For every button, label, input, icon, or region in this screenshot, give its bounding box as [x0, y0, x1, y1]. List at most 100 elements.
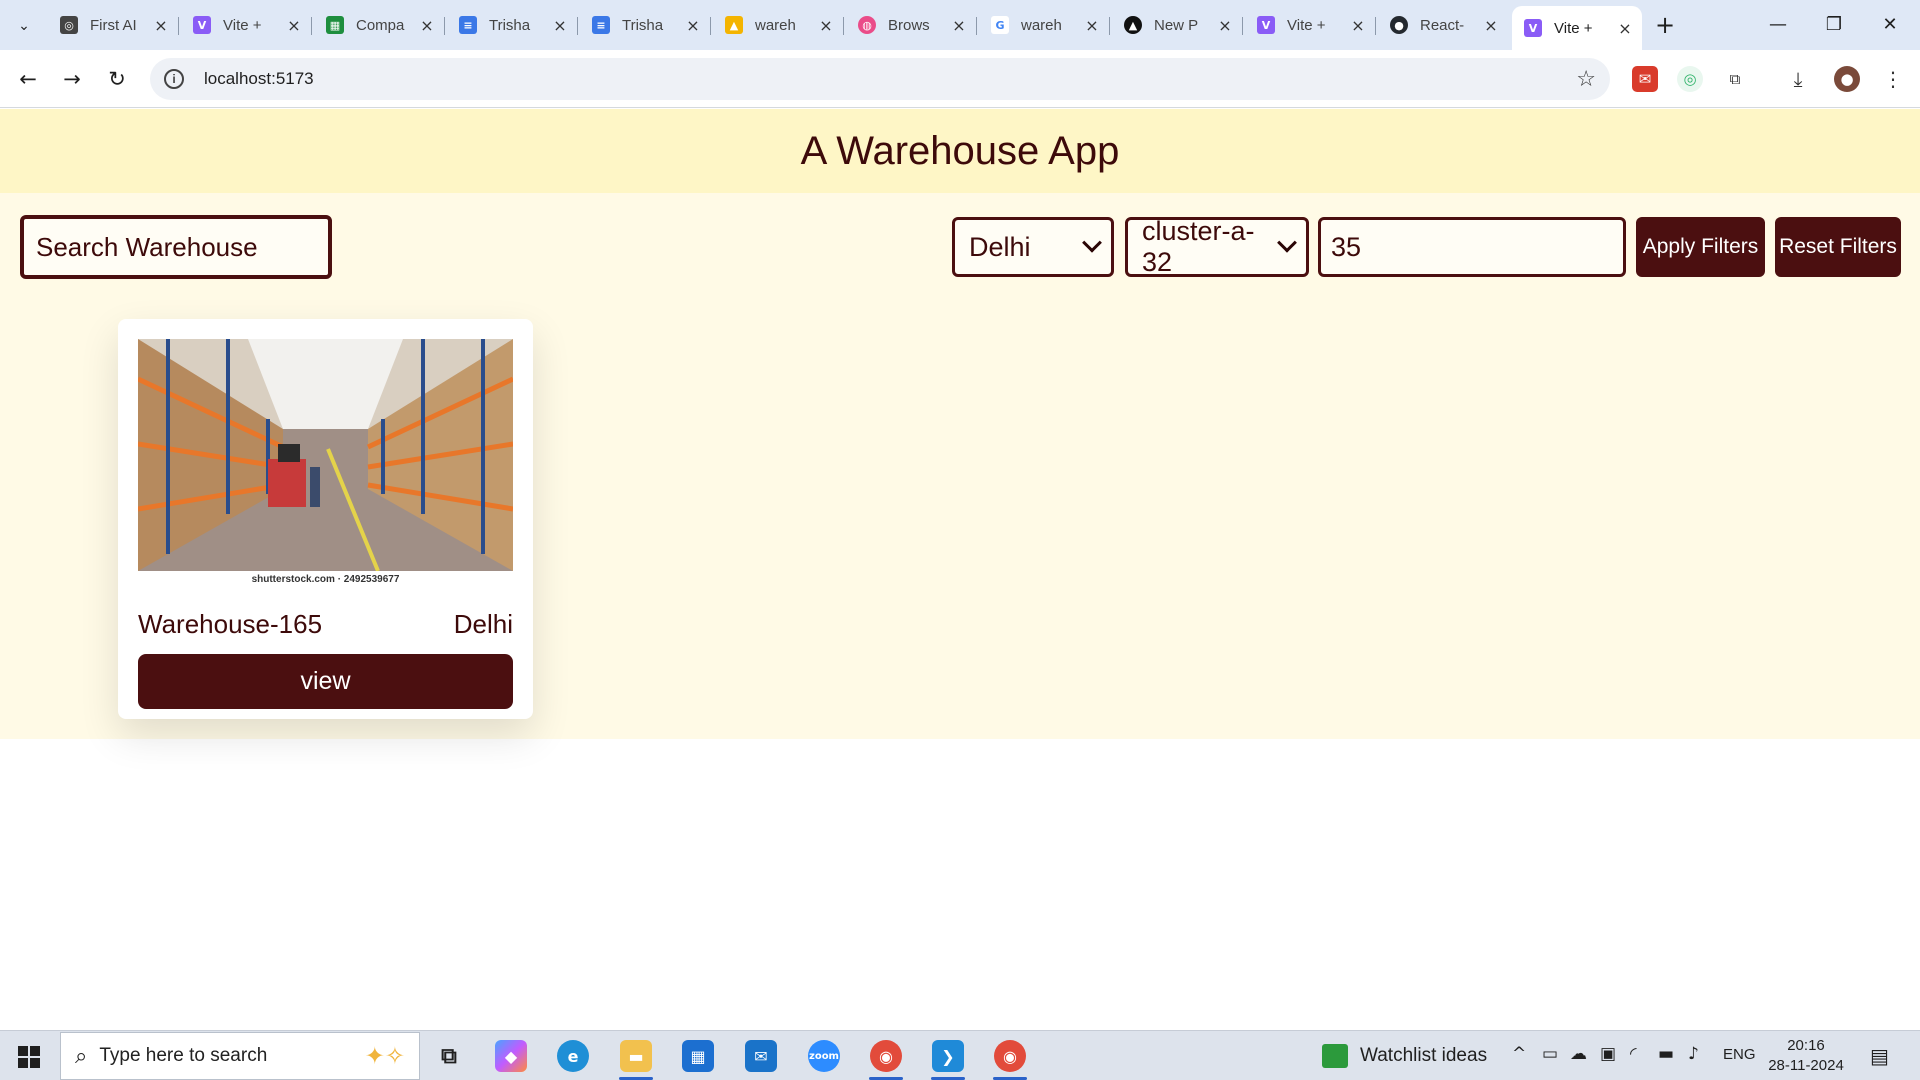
browser-tab[interactable]: ≡ Trisha ×: [580, 8, 711, 42]
city-select-value: Delhi: [969, 231, 1031, 262]
restore-icon[interactable]: ❐: [1806, 6, 1862, 42]
taskbar-search-box[interactable]: ⌕ Type here to search ✦✧: [60, 1032, 420, 1080]
zoom-icon[interactable]: zoom: [808, 1040, 840, 1072]
close-tab-icon[interactable]: ×: [1216, 16, 1234, 35]
vite-icon: V: [193, 16, 211, 34]
taskbar-search-placeholder: Type here to search: [99, 1045, 268, 1066]
close-tab-icon[interactable]: ×: [1616, 19, 1634, 38]
close-tab-icon[interactable]: ×: [684, 16, 702, 35]
new-tab-plus-icon[interactable]: +: [1650, 10, 1680, 40]
tab-title: Vite +: [1287, 16, 1326, 34]
system-clock[interactable]: 20:16 28-11-2024: [1766, 1036, 1846, 1076]
chrome-profile-icon[interactable]: ◉: [994, 1040, 1026, 1072]
cluster-select-value: cluster-a-32: [1142, 216, 1255, 277]
watchlist-widget[interactable]: Watchlist ideas: [1322, 1041, 1487, 1071]
copilot-icon[interactable]: ◆: [495, 1040, 527, 1072]
tab-title: New P: [1154, 16, 1199, 34]
back-arrow-icon[interactable]: ←: [12, 63, 44, 95]
close-tab-icon[interactable]: ×: [285, 16, 303, 35]
minimize-icon[interactable]: —: [1750, 6, 1806, 42]
browser-tab[interactable]: ▲ wareh ×: [713, 8, 844, 42]
browser-tab-strip: ⌄ ◎ First AI × V Vite + × ▦ Compa × ≡ Tr…: [0, 0, 1920, 50]
vscode-icon[interactable]: ❯: [932, 1040, 964, 1072]
close-tab-icon[interactable]: ×: [950, 16, 968, 35]
browser-tab[interactable]: G wareh ×: [979, 8, 1110, 42]
forward-arrow-icon[interactable]: →: [56, 63, 88, 95]
browser-tab[interactable]: ◎ First AI ×: [48, 8, 179, 42]
battery-icon[interactable]: ▬: [1658, 1044, 1674, 1064]
file-explorer-icon[interactable]: ▬: [620, 1040, 652, 1072]
warehouse-city: Delhi: [453, 609, 513, 639]
tab-title: Vite +: [1554, 19, 1593, 37]
tab-title: wareh: [755, 16, 796, 34]
browser-tab[interactable]: V Vite + ×: [1245, 8, 1376, 42]
tab-title: Trisha: [622, 16, 664, 34]
browser-tab[interactable]: ▲ New P ×: [1112, 8, 1243, 42]
address-bar[interactable]: i localhost:5173 ☆: [150, 58, 1610, 100]
extension-green-icon[interactable]: ◎: [1677, 66, 1703, 92]
tab-title: Trisha: [489, 16, 531, 34]
reset-filters-button[interactable]: Reset Filters: [1775, 217, 1901, 277]
close-tab-icon[interactable]: ×: [1482, 16, 1500, 35]
copilot-sparkle-icon: ✦✧: [364, 1042, 405, 1070]
tab-search-chevron-icon[interactable]: ⌄: [10, 11, 38, 39]
site-info-icon[interactable]: i: [164, 69, 184, 89]
tab-title: Vite +: [223, 16, 262, 34]
language-indicator[interactable]: ENG: [1723, 1046, 1756, 1063]
task-view-icon[interactable]: ⧉: [433, 1040, 465, 1072]
reload-icon[interactable]: ↻: [101, 63, 133, 95]
drive-icon: ▲: [725, 16, 743, 34]
meet-now-icon[interactable]: ▭: [1542, 1044, 1558, 1064]
close-tab-icon[interactable]: ×: [418, 16, 436, 35]
onedrive-icon[interactable]: ☁: [1570, 1044, 1587, 1064]
edge-icon[interactable]: e: [557, 1040, 589, 1072]
browser-tab[interactable]: ▦ Compa ×: [314, 8, 445, 42]
apply-filters-button[interactable]: Apply Filters: [1636, 217, 1765, 277]
close-tab-icon[interactable]: ×: [817, 16, 835, 35]
notification-icon[interactable]: ▤: [1870, 1044, 1889, 1068]
clock-date: 28-11-2024: [1768, 1057, 1844, 1074]
space-input-value: 35: [1331, 231, 1362, 262]
app-header: A Warehouse App: [0, 109, 1920, 193]
city-select[interactable]: Delhi: [952, 217, 1114, 277]
browser-tab[interactable]: ◍ Brows ×: [846, 8, 977, 42]
chevron-up-icon[interactable]: ^: [1512, 1044, 1526, 1064]
close-tab-icon[interactable]: ×: [551, 16, 569, 35]
profile-avatar[interactable]: ●: [1834, 66, 1860, 92]
cluster-select[interactable]: cluster-a-32: [1125, 216, 1309, 277]
bookmark-star-icon[interactable]: ☆: [1576, 67, 1596, 92]
volume-icon[interactable]: ♪: [1688, 1044, 1699, 1064]
clock-time: 20:16: [1787, 1037, 1825, 1054]
windows-taskbar: ⌕ Type here to search ✦✧ ⧉ ◆ e ▬ ▦ ✉ zoo…: [0, 1030, 1920, 1080]
close-tab-icon[interactable]: ×: [1349, 16, 1367, 35]
download-icon[interactable]: ⤓: [1785, 66, 1811, 92]
browser-tab[interactable]: ● React- ×: [1378, 8, 1508, 42]
browser-tab-active[interactable]: V Vite + ×: [1512, 6, 1642, 50]
close-tab-icon[interactable]: ×: [152, 16, 170, 35]
windows-start-icon[interactable]: [18, 1046, 40, 1068]
chevron-down-icon: [1277, 232, 1297, 253]
google-icon: G: [991, 16, 1009, 34]
tab-title: wareh: [1021, 16, 1062, 34]
tab-title: React-: [1420, 16, 1465, 34]
warehouse-name: Warehouse-165: [138, 609, 323, 639]
wifi-icon[interactable]: ◜: [1630, 1044, 1637, 1064]
browser-tab[interactable]: ≡ Trisha ×: [447, 8, 578, 42]
chrome-icon[interactable]: ◉: [870, 1040, 902, 1072]
docs-icon: ≡: [459, 16, 477, 34]
close-window-icon[interactable]: ✕: [1862, 6, 1918, 42]
mail-icon[interactable]: ✉: [745, 1040, 777, 1072]
display-icon[interactable]: ▣: [1600, 1044, 1616, 1064]
search-input[interactable]: [20, 215, 332, 279]
close-tab-icon[interactable]: ×: [1083, 16, 1101, 35]
extensions-puzzle-icon[interactable]: ⧉: [1722, 66, 1748, 92]
tab-title: Compa: [356, 16, 405, 34]
space-input[interactable]: 35: [1318, 217, 1626, 277]
view-button[interactable]: view: [138, 654, 513, 709]
extension-red-icon[interactable]: ✉: [1632, 66, 1658, 92]
menu-kebab-icon[interactable]: ⋮: [1880, 66, 1906, 92]
microsoft-store-icon[interactable]: ▦: [682, 1040, 714, 1072]
address-url[interactable]: localhost:5173: [204, 69, 314, 89]
sheets-icon: ▦: [326, 16, 344, 34]
browser-tab[interactable]: V Vite + ×: [181, 8, 312, 42]
